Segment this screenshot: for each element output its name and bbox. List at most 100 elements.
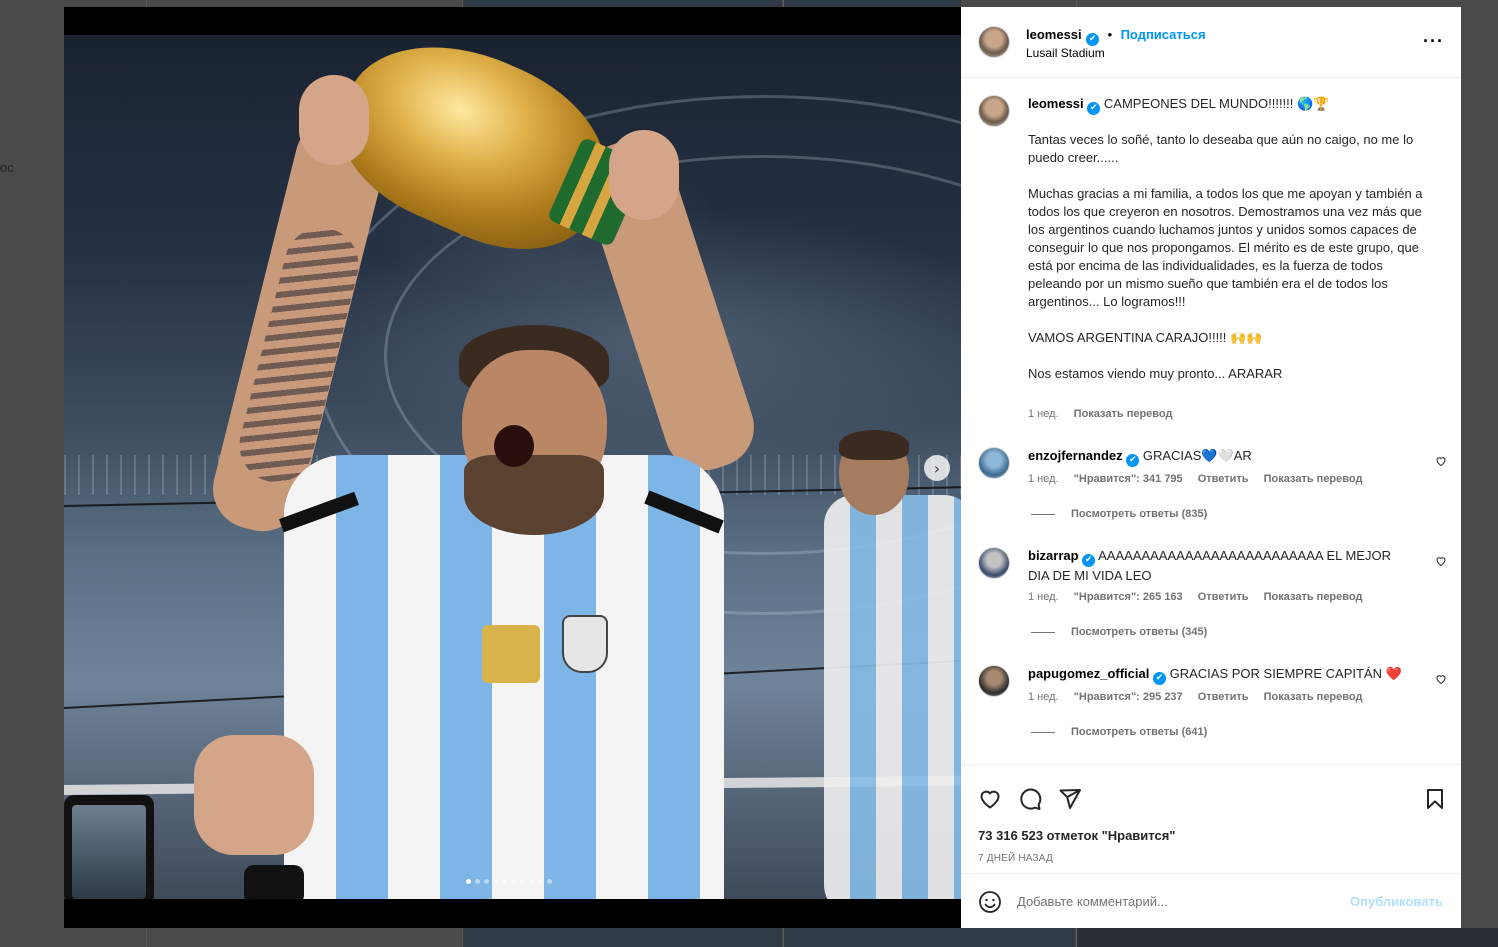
afa-crest [562,615,608,673]
comment-icon[interactable] [1018,787,1042,811]
comment-meta: 1 нед. "Нравится": 295 237 Ответить Пока… [1028,691,1374,703]
chevron-right-icon: › [933,458,941,478]
verified-icon: ✔ [1126,454,1140,467]
commenter-avatar[interactable] [978,547,1010,579]
grid-thumbnail[interactable] [463,0,782,7]
comment-translate-link[interactable]: Показать перевод [1264,591,1363,603]
heart-icon[interactable] [978,787,1002,811]
grid-thumbnail[interactable] [784,928,1075,947]
comment-body: AAAAAAAAAAAAAAAAAAAAAAAAAA EL MEJOR DIA … [1028,548,1391,583]
view-replies-button[interactable]: Посмотреть ответы (641) [1031,726,1207,738]
emoji-icon[interactable] [978,890,1002,914]
carousel-dot [493,879,498,884]
carousel-dot [520,879,525,884]
grid-thumbnail[interactable] [463,928,782,947]
likes-count[interactable]: 73 316 523 отметок "Нравится" [978,828,1175,843]
verified-icon: ✔ [1086,33,1100,46]
carousel-dot [475,879,480,884]
post-panel: leomessi ✔ • Подписаться Lusail Stadium … [961,7,1461,928]
fan-phone-screen [72,805,146,899]
comment-translate-link[interactable]: Показать перевод [1264,473,1363,485]
right-hand [609,130,679,220]
commenter-avatar[interactable] [978,665,1010,697]
caption-title: CAMPEONES DEL MUNDO!!!!!!! 🌎🏆 [1103,96,1330,111]
carousel-dot [538,879,543,884]
caption-time[interactable]: 1 нед. [1028,408,1059,420]
reply-button[interactable]: Ответить [1198,691,1249,703]
comment-item: bizarrap ✔ AAAAAAAAAAAAAAAAAAAAAAAAAA EL… [1028,547,1408,585]
grid-thumbnail[interactable] [784,0,961,7]
comment-likes[interactable]: "Нравится": 295 237 [1074,691,1183,703]
replies-line [1031,631,1055,633]
verified-icon: ✔ [1082,554,1096,567]
comment-likes[interactable]: "Нравится": 265 163 [1074,591,1183,603]
commenter-username[interactable]: bizarrap [1028,548,1079,563]
carousel-dot [502,879,507,884]
next-slide-button[interactable]: › [924,455,950,481]
author-avatar[interactable] [978,26,1010,58]
post-date[interactable]: 7 ДНЕЙ НАЗАД [978,853,1053,864]
fan-phone [244,865,304,899]
carousel-dot [511,879,516,884]
comment-body: GRACIAS POR SIEMPRE CAPITÁN ❤️ [1169,666,1402,681]
dot-separator: • [1107,27,1113,42]
carousel-dot [466,879,471,884]
player-beard [464,455,604,535]
comment-likes[interactable]: "Нравится": 341 795 [1074,473,1183,485]
caption-text: Tantas veces lo soñé, tanto lo deseaba q… [1028,132,1423,381]
author-username[interactable]: leomessi [1026,27,1082,42]
commenter-username[interactable]: enzojfernandez [1028,448,1123,463]
commenter-avatar[interactable] [978,447,1010,479]
bookmark-icon[interactable] [1423,787,1447,811]
fifa-badge [482,625,540,683]
comment-input[interactable] [1017,891,1337,911]
comment-translate-link[interactable]: Показать перевод [1264,691,1363,703]
publish-button[interactable]: Опубликовать [1350,894,1443,909]
reply-button[interactable]: Ответить [1198,591,1249,603]
comment-item: papugomez_official ✔ GRACIAS POR SIEMPRE… [1028,665,1408,685]
teammate-hair [839,430,909,460]
share-icon[interactable] [1058,787,1082,811]
commenter-username[interactable]: papugomez_official [1028,666,1149,681]
verified-icon: ✔ [1152,672,1166,685]
post-media: › [64,7,961,928]
follow-button[interactable]: Подписаться [1121,27,1206,42]
comment-body: GRACIAS💙🤍AR [1142,448,1252,463]
carousel-dot [484,879,489,884]
carousel-dots [466,879,552,884]
comment-time[interactable]: 1 нед. [1028,473,1059,485]
more-options-icon[interactable]: ··· [1423,31,1444,52]
post-header: leomessi ✔ • Подписаться Lusail Stadium … [961,7,1461,78]
view-replies-label: Посмотреть ответы (345) [1071,626,1208,638]
post-location[interactable]: Lusail Stadium [1026,46,1105,60]
comment-item: enzojfernandez ✔ GRACIAS💙🤍AR [1028,447,1408,467]
caption-author-avatar[interactable] [978,95,1010,127]
comment-time[interactable]: 1 нед. [1028,691,1059,703]
add-comment-bar: Опубликовать [961,873,1461,928]
grid-thumbnail[interactable] [1077,928,1498,947]
comment-like-icon[interactable] [1435,673,1447,685]
comment-meta: 1 нед. "Нравится": 265 163 Ответить Пока… [1028,591,1374,603]
caption-meta: 1 нед. Показать перевод [1028,408,1184,420]
comment-like-icon[interactable] [1435,555,1447,567]
post-photo [64,35,961,899]
caption-author-username[interactable]: leomessi [1028,96,1084,111]
reply-button[interactable]: Ответить [1198,473,1249,485]
carousel-dot [547,879,552,884]
comment-time[interactable]: 1 нед. [1028,591,1059,603]
view-replies-button[interactable]: Посмотреть ответы (835) [1031,508,1207,520]
replies-line [1031,513,1055,515]
fan-hand [194,735,314,855]
caption-header: leomessi ✔ CAMPEONES DEL MUNDO!!!!!!! 🌎🏆 [1028,95,1433,115]
view-replies-label: Посмотреть ответы (641) [1071,726,1208,738]
comment-like-icon[interactable] [1435,455,1447,467]
background-text: ос [0,160,14,175]
caption-translate-link[interactable]: Показать перевод [1074,408,1173,420]
verified-icon: ✔ [1087,102,1101,115]
view-replies-button[interactable]: Посмотреть ответы (345) [1031,626,1207,638]
carousel-dot [529,879,534,884]
teammate [824,495,961,899]
player-mouth [494,425,534,467]
comment-meta: 1 нед. "Нравится": 341 795 Ответить Пока… [1028,473,1374,485]
author-line: leomessi ✔ • Подписаться [1026,26,1206,46]
